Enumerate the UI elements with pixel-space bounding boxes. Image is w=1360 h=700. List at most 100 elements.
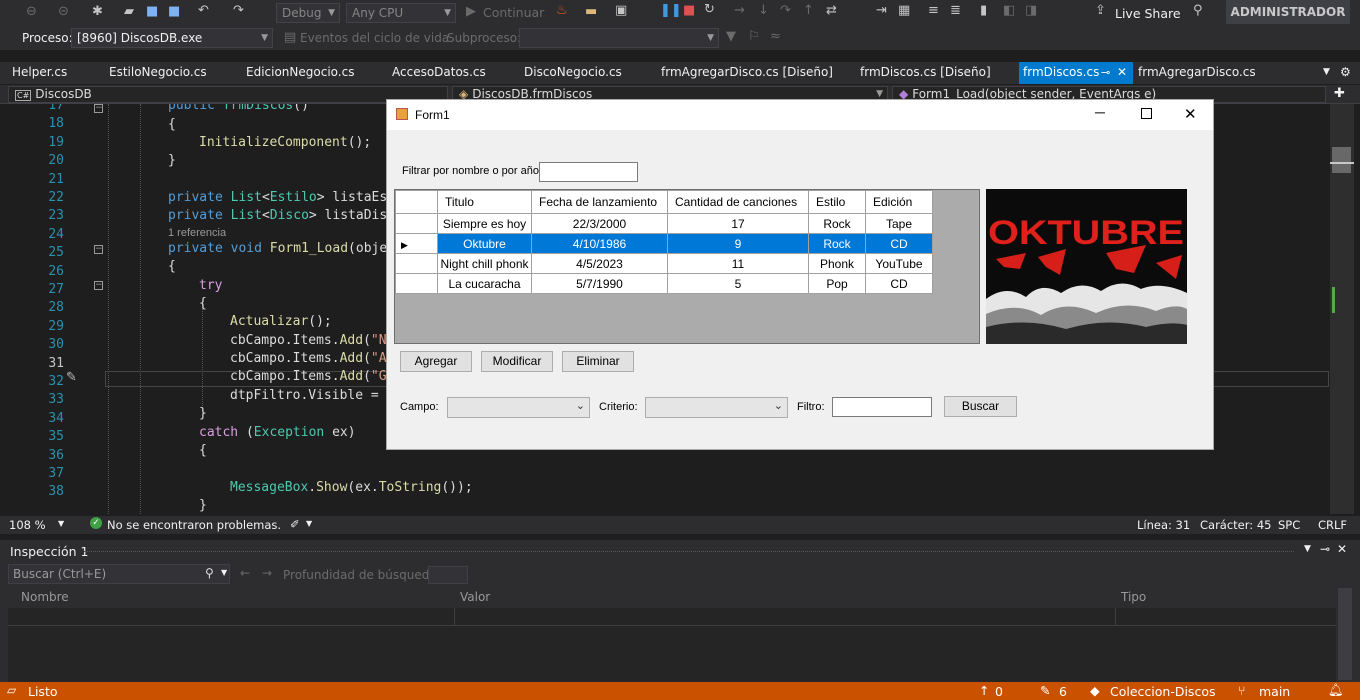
gear-icon[interactable]: ⚙ — [1340, 62, 1351, 84]
table-cell[interactable]: CD — [865, 233, 933, 254]
table-cell[interactable]: Oktubre — [437, 233, 532, 254]
split-editor-icon[interactable]: ✚ — [1334, 86, 1345, 101]
fold-toggle-icon[interactable]: − — [94, 245, 103, 254]
flag-icon[interactable]: ⚐ — [748, 30, 760, 44]
table-cell[interactable]: 9 — [667, 233, 809, 254]
open-file-icon[interactable]: ▰ — [124, 5, 134, 19]
criterio-dropdown[interactable]: ⌄ — [645, 397, 788, 418]
back-icon[interactable]: ⊖ — [26, 5, 37, 19]
zoom-level[interactable]: 108 % — [9, 518, 46, 532]
table-cell[interactable]: CD — [865, 273, 933, 294]
next-bookmark-icon[interactable]: ◨ — [1025, 4, 1037, 18]
step-over-icon[interactable]: ↷ — [780, 4, 791, 18]
close-icon[interactable]: ✕ — [1184, 105, 1197, 123]
branch-name[interactable]: main — [1259, 684, 1290, 699]
tab-overflow-icon[interactable]: ▼ — [1323, 62, 1330, 84]
stop-icon[interactable]: ■ — [683, 4, 695, 18]
indent-icon[interactable]: ⇥ — [876, 4, 887, 18]
row-header[interactable] — [395, 273, 438, 294]
table-cell[interactable]: 5 — [667, 273, 809, 294]
chevron-down-icon[interactable]: ▼ — [306, 519, 312, 528]
user-account[interactable]: ADMINISTRADOR — [1226, 0, 1350, 24]
table-cell[interactable]: YouTube — [865, 253, 933, 274]
table-cell[interactable]: Pop — [808, 273, 866, 294]
watch-row[interactable] — [8, 608, 1336, 626]
bell-icon[interactable]: 🔔︎ — [1328, 682, 1344, 698]
table-cell[interactable]: 4/10/1986 — [531, 233, 668, 254]
uncomment-icon[interactable]: ≣ — [950, 4, 961, 18]
pin-icon[interactable]: ⊸ — [1320, 542, 1330, 556]
tab-estilo-negocio[interactable]: EstiloNegocio.cs — [109, 62, 207, 84]
close-icon[interactable]: ✕ — [1337, 542, 1347, 556]
form-titlebar[interactable]: Form1 ─ ✕ — [387, 100, 1213, 130]
table-cell[interactable]: 5/7/1990 — [531, 273, 668, 294]
changes-count[interactable]: 6 — [1059, 684, 1067, 699]
column-name[interactable]: Nombre — [21, 590, 69, 604]
grid-header-canciones[interactable]: Cantidad de canciones — [667, 190, 809, 214]
comment-icon[interactable]: ≡ — [928, 4, 939, 18]
panel-title[interactable]: Inspección 1 — [10, 544, 88, 559]
depth-dropdown[interactable] — [428, 566, 468, 584]
grid-header-titulo[interactable]: Titulo — [437, 190, 532, 214]
filtro-input[interactable] — [832, 397, 932, 417]
chevron-down-icon[interactable]: ▼ — [221, 568, 227, 577]
table-cell[interactable]: Night chill phonk — [437, 253, 532, 274]
campo-dropdown[interactable]: ⌄ — [447, 397, 590, 418]
panel-scrollbar[interactable] — [1338, 588, 1352, 680]
tab-frm-agregar-disco[interactable]: frmAgregarDisco.cs — [1138, 62, 1256, 84]
chevron-down-icon[interactable]: ▼ — [1304, 544, 1311, 554]
continue-button[interactable]: Continuar — [483, 5, 544, 20]
tab-acceso-datos[interactable]: AccesoDatos.cs — [392, 62, 486, 84]
undo-icon[interactable]: ↶ — [198, 4, 209, 18]
search-forward-icon[interactable]: → — [262, 566, 272, 580]
screenshot-icon[interactable]: ▣ — [615, 4, 627, 18]
vertical-scrollbar[interactable] — [1330, 104, 1354, 514]
prev-bookmark-icon[interactable]: ◧ — [1003, 4, 1015, 18]
table-row[interactable]: Siempre es hoy 22/3/2000 17 Rock Tape — [395, 213, 933, 234]
show-next-statement-icon[interactable]: → — [734, 4, 745, 18]
process-dropdown[interactable]: [8960] DiscosDB.exe ▼ — [71, 28, 273, 48]
table-cell[interactable]: Phonk — [808, 253, 866, 274]
add-button[interactable]: Agregar — [400, 351, 472, 372]
search-input[interactable]: Buscar (Ctrl+E) ⚲ ▼ — [8, 564, 230, 584]
maximize-icon[interactable] — [1141, 108, 1152, 119]
repo-name[interactable]: Coleccion-Discos — [1110, 684, 1215, 699]
tab-edicion-negocio[interactable]: EdicionNegocio.cs — [246, 62, 354, 84]
tab-disco-negocio[interactable]: DiscoNegocio.cs — [524, 62, 622, 84]
subprocess-dropdown[interactable]: ▼ — [519, 28, 719, 48]
whitespace-mode[interactable]: SPC — [1278, 518, 1300, 532]
cursor-line[interactable]: Línea: 31 — [1137, 518, 1190, 532]
tab-helper[interactable]: Helper.cs — [12, 62, 67, 84]
search-icon[interactable]: ⚲ — [205, 566, 214, 580]
fold-toggle-icon[interactable]: − — [94, 104, 103, 113]
column-type[interactable]: Tipo — [1121, 590, 1146, 604]
quick-actions-icon[interactable]: ✎ — [66, 370, 77, 385]
minimize-icon[interactable]: ─ — [1095, 104, 1105, 120]
step-out-icon[interactable]: ↑ — [803, 4, 814, 18]
table-row[interactable]: Night chill phonk 4/5/2023 11 Phonk YouTube — [395, 253, 933, 274]
filter-icon[interactable]: ▼ — [726, 30, 736, 44]
pause-icon[interactable]: ❚❚ — [660, 4, 682, 18]
unpushed-count[interactable]: 0 — [995, 684, 1003, 699]
table-cell[interactable]: La cucaracha — [437, 273, 532, 294]
table-cell[interactable]: 4/5/2023 — [531, 253, 668, 274]
search-button[interactable]: Buscar — [944, 396, 1017, 417]
table-row[interactable]: La cucaracha 5/7/1990 5 Pop CD — [395, 273, 933, 294]
table-cell[interactable]: Tape — [865, 213, 933, 234]
row-header[interactable] — [395, 213, 438, 234]
tab-frm-agregar-disco-design[interactable]: frmAgregarDisco.cs [Diseño] — [661, 62, 833, 84]
step-into-icon[interactable]: ↓ — [758, 4, 769, 18]
hot-reload-icon[interactable]: ♨ — [556, 4, 568, 18]
platform-dropdown[interactable]: Any CPU ▼ — [346, 3, 456, 23]
table-row[interactable]: ▶ Oktubre 4/10/1986 9 Rock CD — [395, 233, 933, 254]
table-cell[interactable]: Rock — [808, 233, 866, 254]
threads-icon[interactable]: ≈ — [770, 30, 781, 44]
lifecycle-events-button[interactable]: Eventos del ciclo de vida — [300, 31, 449, 45]
grid-header-fecha[interactable]: Fecha de lanzamiento — [531, 190, 668, 214]
restart-icon[interactable]: ↻ — [704, 3, 715, 17]
new-project-icon[interactable]: ✱ — [92, 5, 103, 19]
table-cell[interactable]: 22/3/2000 — [531, 213, 668, 234]
table-cell[interactable]: 11 — [667, 253, 809, 274]
discos-datagrid[interactable]: Titulo Fecha de lanzamiento Cantidad de … — [394, 189, 980, 344]
delete-button[interactable]: Eliminar — [562, 351, 634, 372]
